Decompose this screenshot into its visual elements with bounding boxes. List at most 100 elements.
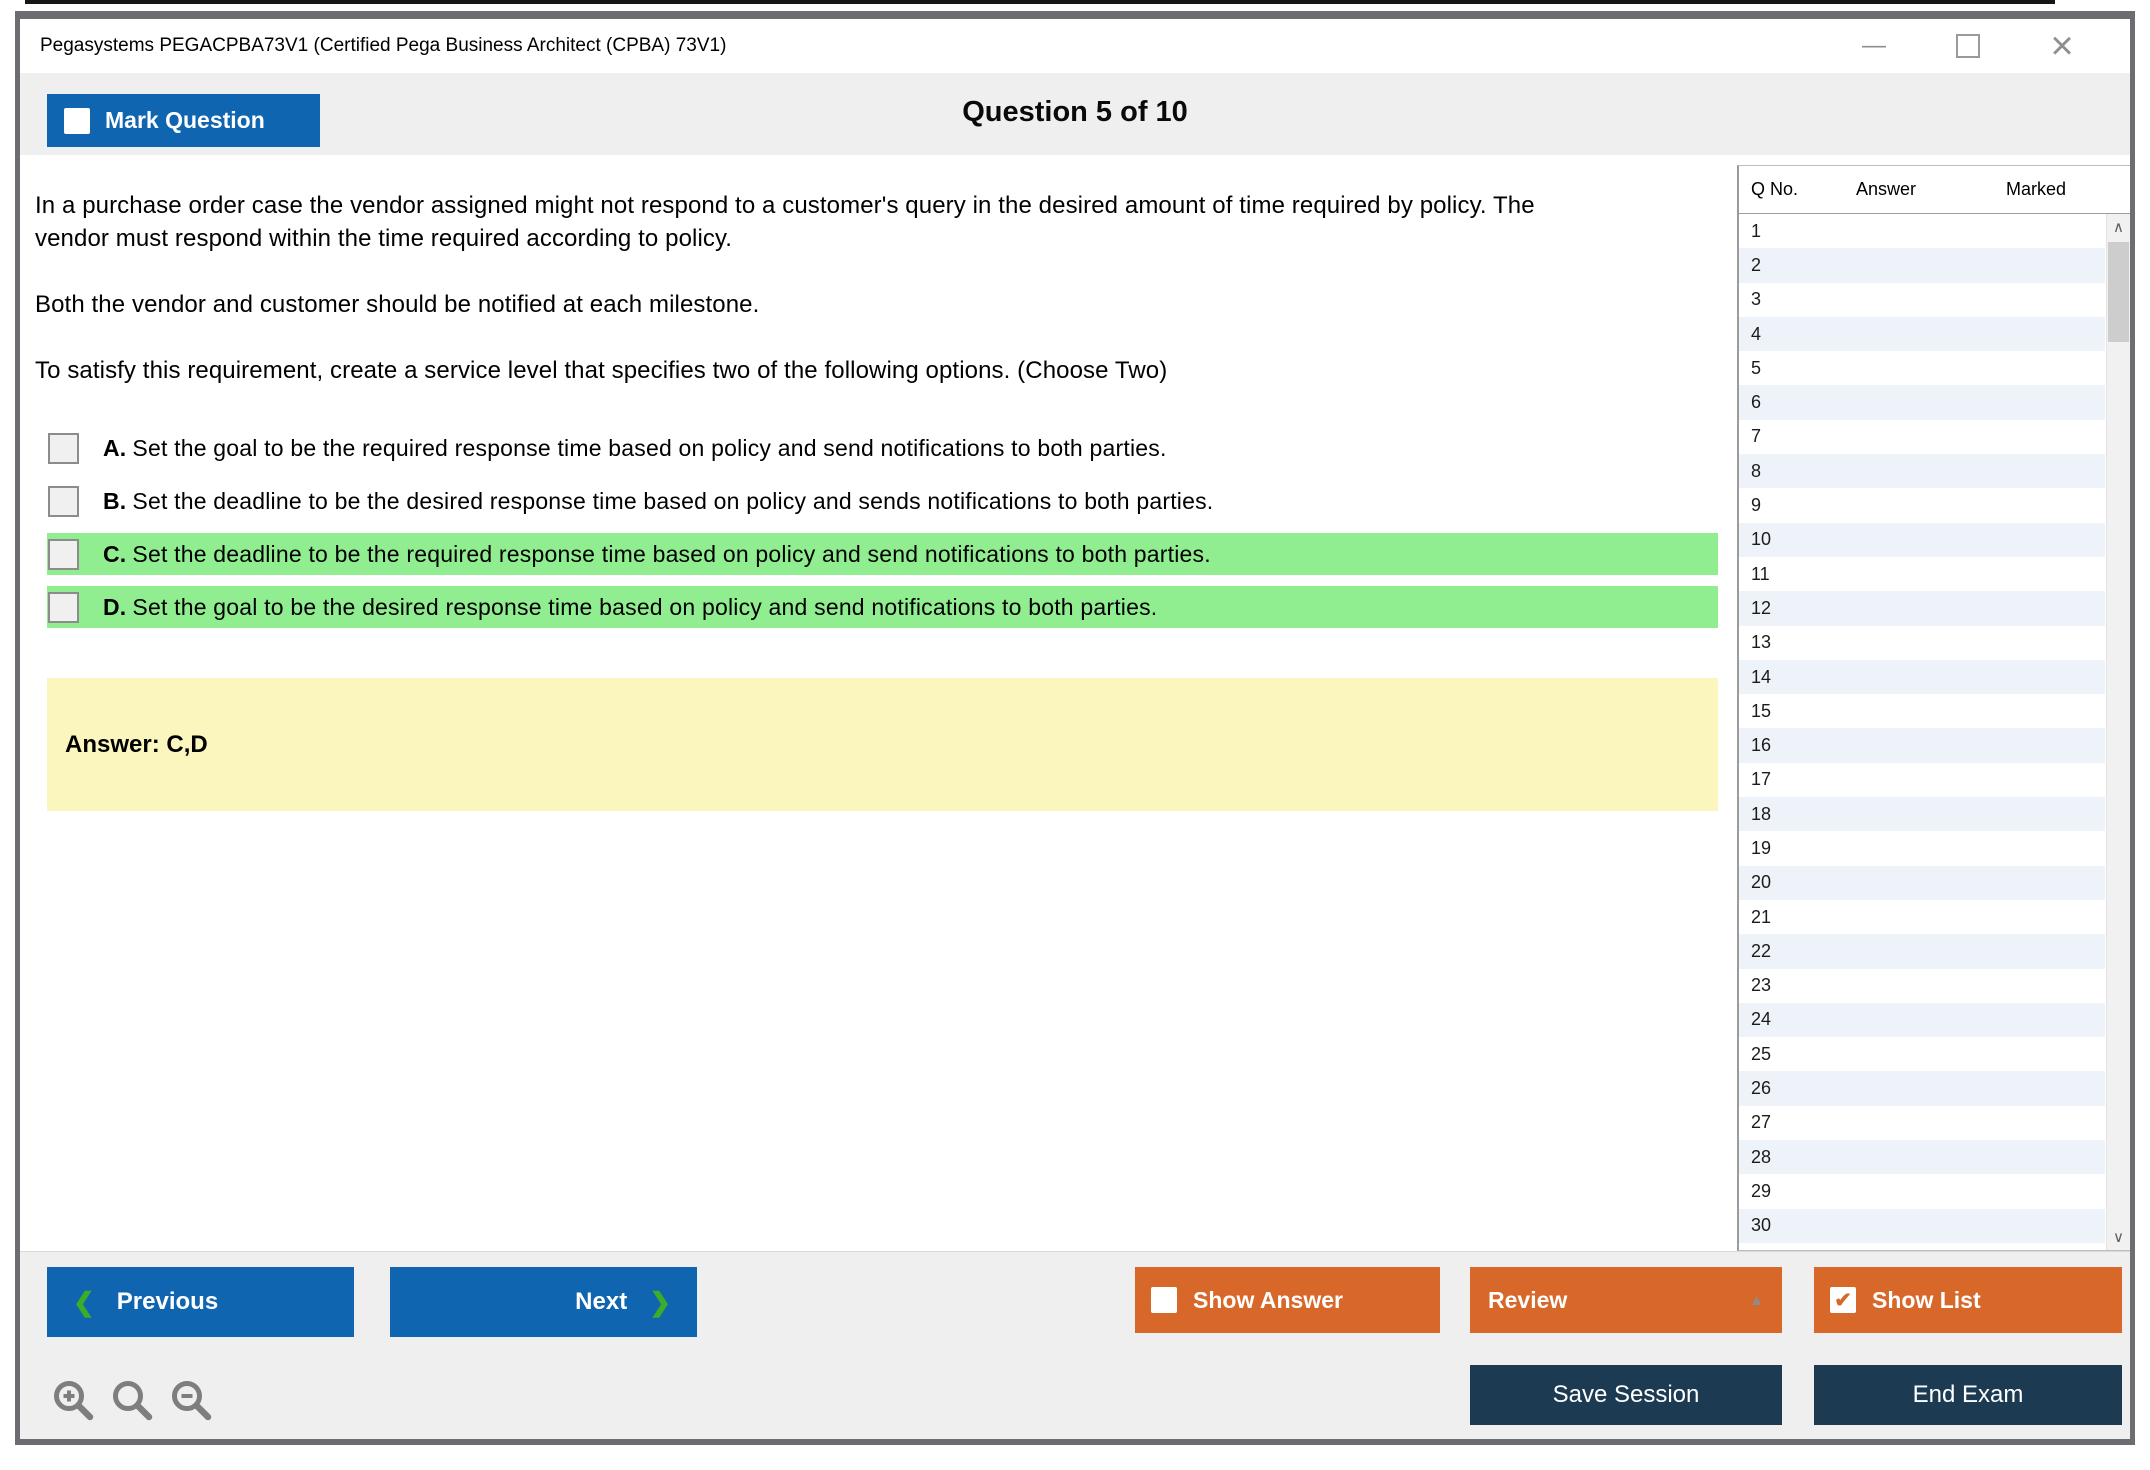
question-number: 7	[1751, 426, 1762, 447]
mark-question-button[interactable]: Mark Question	[47, 94, 320, 147]
next-button[interactable]: Next ❯	[390, 1267, 697, 1337]
question-number: 24	[1751, 1009, 1772, 1030]
question-counter: Question 5 of 10	[962, 96, 1188, 128]
question-list-row[interactable]: 3	[1739, 283, 2105, 317]
review-caret-icon: ▲	[1749, 1291, 1764, 1309]
question-number: 16	[1751, 735, 1772, 756]
question-list-row[interactable]: 28	[1739, 1140, 2105, 1175]
end-exam-button[interactable]: End Exam	[1814, 1365, 2122, 1425]
previous-chevron-icon: ❮	[73, 1286, 95, 1317]
answer-box: Answer: C,D	[47, 678, 1718, 811]
question-list-row[interactable]: 16	[1739, 728, 2105, 763]
options-group: A. Set the goal to be the required respon…	[47, 427, 1718, 628]
question-list-row[interactable]: 22	[1739, 934, 2105, 969]
option-c-checkbox[interactable]	[48, 538, 79, 570]
answer-text: Answer: C,D	[65, 730, 208, 758]
scroll-down-button[interactable]: ∨	[2107, 1224, 2130, 1250]
minimize-button[interactable]: —	[1856, 28, 1892, 64]
question-list-row[interactable]: 21	[1739, 900, 2105, 934]
option-b-text: Set the deadline to be the desired respo…	[132, 487, 1214, 514]
option-d-letter: D.	[103, 593, 127, 620]
check-icon: ✔	[1834, 1288, 1852, 1312]
question-list-row[interactable]: 9	[1739, 488, 2105, 522]
option-d-text: Set the goal to be the desired response …	[132, 593, 1158, 620]
magnifier-icon[interactable]	[109, 1377, 155, 1423]
show-answer-checkbox[interactable]	[1151, 1287, 1177, 1313]
question-list-row[interactable]: 10	[1739, 522, 2105, 557]
mark-question-label: Mark Question	[105, 107, 265, 133]
question-list-scrollbar[interactable]: ∧ ∨	[2106, 214, 2130, 1250]
question-list-row[interactable]: 20	[1739, 865, 2105, 900]
background-window-edge	[25, 0, 2055, 4]
question-number: 4	[1751, 323, 1762, 344]
question-list-row[interactable]: 24	[1739, 1002, 2105, 1038]
question-list-row[interactable]: 29	[1739, 1174, 2105, 1208]
previous-label: Previous	[116, 1288, 219, 1315]
show-list-button[interactable]: ✔ Show List	[1814, 1267, 2122, 1333]
question-number: 14	[1751, 666, 1772, 687]
question-number: 3	[1751, 289, 1762, 310]
question-list-row[interactable]: 26	[1739, 1071, 2105, 1106]
zoom-in-icon[interactable]	[50, 1377, 96, 1423]
question-list-row[interactable]: 11	[1739, 557, 2105, 591]
option-b-letter: B.	[103, 487, 127, 514]
option-a-checkbox[interactable]	[48, 432, 79, 464]
question-list-row[interactable]: 17	[1739, 763, 2105, 797]
question-number: 6	[1751, 392, 1762, 413]
question-list-row[interactable]: 5	[1739, 351, 2105, 385]
zoom-out-icon[interactable]	[168, 1377, 214, 1423]
question-list-row[interactable]: 4	[1739, 316, 2105, 352]
question-list-row[interactable]: 14	[1739, 659, 2105, 695]
close-button[interactable]: ×	[2044, 26, 2080, 66]
option-row-c[interactable]: C. Set the deadline to be the required re…	[47, 533, 1718, 575]
scroll-up-button[interactable]: ∧	[2107, 214, 2130, 240]
option-b-checkbox[interactable]	[48, 485, 79, 517]
question-list-row[interactable]: 13	[1739, 626, 2105, 660]
question-list-row[interactable]: 19	[1739, 831, 2105, 865]
question-number: 10	[1751, 529, 1772, 550]
column-header-marked: Marked	[2006, 179, 2067, 199]
column-header-answer: Answer	[1856, 179, 1917, 199]
question-number: 30	[1751, 1215, 1772, 1236]
question-list-row[interactable]: 8	[1739, 454, 2105, 489]
question-list-row[interactable]: 23	[1739, 969, 2105, 1003]
window-title: Pegasystems PEGACPBA73V1 (Certified Pega…	[40, 35, 727, 56]
question-list-row[interactable]: 30	[1739, 1208, 2105, 1243]
question-number: 12	[1751, 597, 1772, 618]
question-list-row[interactable]: 27	[1739, 1106, 2105, 1140]
option-row-d[interactable]: D. Set the goal to be the desired respons…	[47, 586, 1718, 628]
mark-question-checkbox[interactable]	[64, 107, 90, 134]
question-list-row[interactable]: 2	[1739, 248, 2105, 283]
question-list-row[interactable]: 18	[1739, 797, 2105, 832]
review-button[interactable]: Review ▲	[1470, 1267, 1782, 1333]
previous-button[interactable]: ❮ Previous	[47, 1267, 354, 1337]
window-titlebar: Pegasystems PEGACPBA73V1 (Certified Pega…	[20, 19, 2130, 73]
question-number: 25	[1751, 1043, 1772, 1064]
question-number: 11	[1751, 563, 1770, 584]
show-answer-button[interactable]: Show Answer	[1135, 1267, 1440, 1333]
question-list-row[interactable]: 7	[1739, 420, 2105, 454]
save-session-button[interactable]: Save Session	[1470, 1365, 1782, 1425]
option-row-a[interactable]: A. Set the goal to be the required respon…	[47, 427, 1718, 469]
exam-header: Mark Question Question 5 of 10	[20, 73, 2130, 155]
question-number: 5	[1751, 357, 1762, 378]
question-number: 13	[1751, 632, 1772, 653]
footer-toolbar: ❮ Previous Next ❯ Show Answer Review ▲ ✔…	[20, 1251, 2130, 1439]
app-window: Pegasystems PEGACPBA73V1 (Certified Pega…	[15, 11, 2135, 1445]
option-a-text: Set the goal to be the required response…	[132, 434, 1167, 461]
option-row-b[interactable]: B. Set the deadline to be the desired res…	[47, 480, 1718, 522]
maximize-button[interactable]	[1950, 28, 1986, 64]
option-c-text: Set the deadline to be the required resp…	[132, 540, 1211, 567]
option-d-checkbox[interactable]	[48, 591, 79, 623]
show-list-checkbox[interactable]: ✔	[1830, 1287, 1856, 1313]
question-list-row[interactable]: 15	[1739, 694, 2105, 728]
question-list-row[interactable]: 12	[1739, 591, 2105, 626]
column-header-qno: Q No.	[1751, 179, 1799, 199]
question-list-row[interactable]: 25	[1739, 1037, 2105, 1071]
question-paragraph: In a purchase order case the vendor assi…	[35, 192, 1535, 252]
question-number: 22	[1751, 940, 1772, 961]
question-list-row[interactable]: 1	[1739, 214, 2105, 248]
content-area: In a purchase order case the vendor assi…	[20, 155, 2130, 1251]
question-list-row[interactable]: 6	[1739, 385, 2105, 420]
scrollbar-thumb[interactable]	[2108, 242, 2129, 342]
